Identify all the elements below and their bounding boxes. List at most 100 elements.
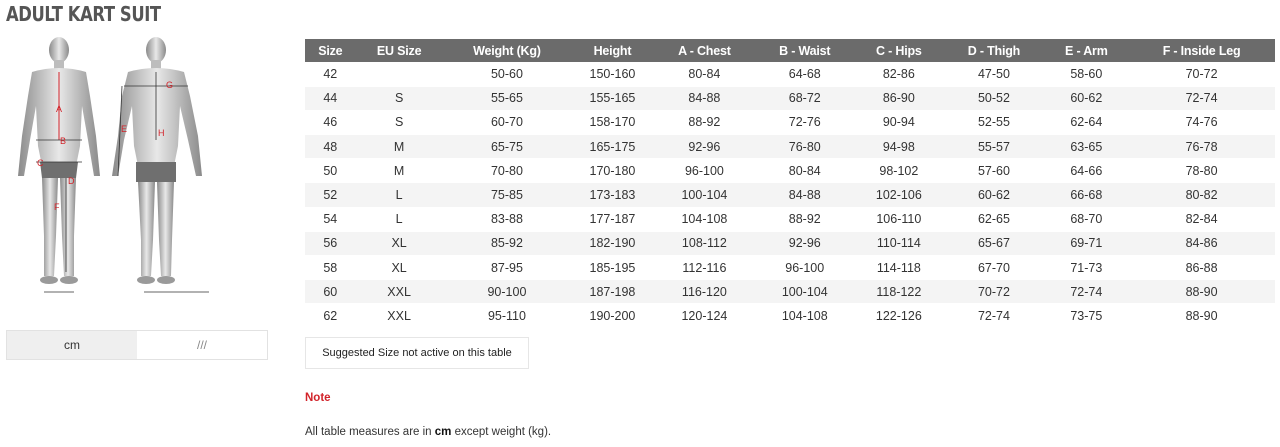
table-cell: 86-90 bbox=[854, 86, 944, 111]
table-cell: 120-124 bbox=[653, 303, 756, 329]
table-cell: 71-73 bbox=[1044, 255, 1129, 281]
table-cell: 116-120 bbox=[653, 279, 756, 305]
table-cell: 58-60 bbox=[1044, 62, 1129, 87]
table-row: 62 XXL 95-110 190-200 120-124 104-108 122-126 7… bbox=[305, 303, 1275, 329]
table-cell: 104-108 bbox=[653, 207, 756, 232]
table-cell: M bbox=[355, 134, 443, 160]
table-row: 58 XL 87-95 185-195 112-116 96-100 114-118 67-7… bbox=[305, 255, 1275, 281]
table-cell: 60-62 bbox=[1044, 86, 1129, 111]
table-row: 60 XXL 90-100 187-198 116-120 100-104 118-122 7… bbox=[305, 279, 1275, 305]
table-cell: 52-55 bbox=[943, 110, 1045, 136]
table-cell: 102-106 bbox=[854, 182, 944, 208]
table-cell: 82-84 bbox=[1128, 207, 1275, 232]
note-text-after: except weight (kg). bbox=[451, 426, 552, 438]
table-cell: 52 bbox=[305, 182, 356, 208]
table-cell: 55-57 bbox=[943, 134, 1045, 160]
table-row: 46 S 60-70 158-170 88-92 72-76 90-94 52-55 62-64… bbox=[305, 110, 1275, 136]
table-row: 56 XL 85-92 182-190 108-112 92-96 110-114 65-67… bbox=[305, 231, 1275, 257]
table-cell: 95-110 bbox=[442, 303, 572, 329]
table-cell: 76-78 bbox=[1128, 134, 1275, 160]
note-unit: cm bbox=[434, 426, 452, 438]
table-cell: 84-86 bbox=[1128, 231, 1275, 257]
table-cell: 68-72 bbox=[755, 86, 855, 111]
table-cell: 84-88 bbox=[653, 86, 756, 111]
table-cell: 90-94 bbox=[854, 110, 944, 136]
table-cell: 69-71 bbox=[1044, 231, 1129, 257]
marker-c: C bbox=[37, 158, 44, 168]
size-chart-table: Size EU Size Weight (Kg) Height A - Chest B -… bbox=[305, 39, 1275, 329]
table-cell: 85-92 bbox=[442, 231, 572, 257]
table-cell: 56 bbox=[305, 231, 356, 257]
column-header: EU Size bbox=[355, 39, 443, 62]
table-cell: L bbox=[355, 182, 443, 208]
table-cell: 64-68 bbox=[755, 62, 855, 87]
unit-toggle: cm /// bbox=[6, 330, 268, 360]
table-cell: 82-86 bbox=[854, 62, 944, 87]
table-cell: S bbox=[355, 86, 443, 111]
table-cell: 87-95 bbox=[442, 255, 572, 281]
unit-option-inches[interactable]: /// bbox=[137, 331, 267, 359]
table-cell: 72-76 bbox=[755, 110, 855, 136]
table-cell: 70-72 bbox=[943, 279, 1045, 305]
table-cell: 73-75 bbox=[1044, 303, 1129, 329]
table-cell: 50-60 bbox=[442, 62, 572, 87]
table-cell: 72-74 bbox=[1128, 86, 1275, 111]
table-cell: 62-64 bbox=[1044, 110, 1129, 136]
table-cell: 47-50 bbox=[943, 62, 1045, 87]
table-cell: 104-108 bbox=[755, 303, 855, 329]
table-cell: 80-84 bbox=[653, 62, 756, 87]
table-cell: 96-100 bbox=[653, 158, 756, 184]
table-cell: S bbox=[355, 110, 443, 136]
table-cell: 44 bbox=[305, 86, 356, 111]
table-cell: 42 bbox=[305, 62, 356, 87]
table-cell: 48 bbox=[305, 134, 356, 160]
note-text: All table measures are in cm except weig… bbox=[305, 426, 551, 438]
table-cell: XXL bbox=[355, 279, 443, 305]
body-measurement-figure: A B C D F G E H bbox=[4, 36, 272, 298]
column-header: C - Hips bbox=[854, 39, 944, 62]
table-cell: 78-80 bbox=[1128, 158, 1275, 184]
table-cell: XL bbox=[355, 231, 443, 257]
table-cell: 80-82 bbox=[1128, 182, 1275, 208]
marker-b: B bbox=[60, 136, 66, 146]
table-cell: 60-70 bbox=[442, 110, 572, 136]
table-cell: 112-116 bbox=[653, 255, 756, 281]
table-cell: 84-88 bbox=[755, 182, 855, 208]
table-cell: 86-88 bbox=[1128, 255, 1275, 281]
table-cell: 94-98 bbox=[854, 134, 944, 160]
table-header-row: Size EU Size Weight (Kg) Height A - Chest B -… bbox=[305, 39, 1275, 62]
table-cell: 118-122 bbox=[854, 279, 944, 305]
marker-d: D bbox=[68, 176, 75, 186]
table-cell: 65-67 bbox=[943, 231, 1045, 257]
column-header: Size bbox=[305, 39, 356, 62]
table-cell: 57-60 bbox=[943, 158, 1045, 184]
table-cell: 70-80 bbox=[442, 158, 572, 184]
table-cell: 190-200 bbox=[571, 303, 654, 329]
column-header: B - Waist bbox=[755, 39, 855, 62]
table-cell: L bbox=[355, 207, 443, 232]
table-cell: 72-74 bbox=[1044, 279, 1129, 305]
column-header: E - Arm bbox=[1044, 39, 1129, 62]
table-cell: 170-180 bbox=[571, 158, 654, 184]
table-cell: 185-195 bbox=[571, 255, 654, 281]
column-header: D - Thigh bbox=[943, 39, 1045, 62]
table-body: 42 50-60 150-160 80-84 64-68 82-86 47-50 58-60 7… bbox=[305, 62, 1275, 329]
suggested-size-notice: Suggested Size not active on this table bbox=[305, 337, 529, 369]
table-cell: 80-84 bbox=[755, 158, 855, 184]
table-cell: 96-100 bbox=[755, 255, 855, 281]
table-cell: XL bbox=[355, 255, 443, 281]
table-cell: 62 bbox=[305, 303, 356, 329]
table-cell: 62-65 bbox=[943, 207, 1045, 232]
table-row: 54 L 83-88 177-187 104-108 88-92 106-110 62-65 6… bbox=[305, 207, 1275, 232]
table-cell: 68-70 bbox=[1044, 207, 1129, 232]
table-cell: 63-65 bbox=[1044, 134, 1129, 160]
table-cell: 88-92 bbox=[653, 110, 756, 136]
table-cell: 182-190 bbox=[571, 231, 654, 257]
table-cell: 165-175 bbox=[571, 134, 654, 160]
unit-option-cm[interactable]: cm bbox=[7, 331, 137, 359]
marker-h: H bbox=[158, 128, 165, 138]
table-cell: 90-100 bbox=[442, 279, 572, 305]
table-cell: 173-183 bbox=[571, 182, 654, 208]
table-cell: 55-65 bbox=[442, 86, 572, 111]
note-title: Note bbox=[305, 392, 331, 404]
